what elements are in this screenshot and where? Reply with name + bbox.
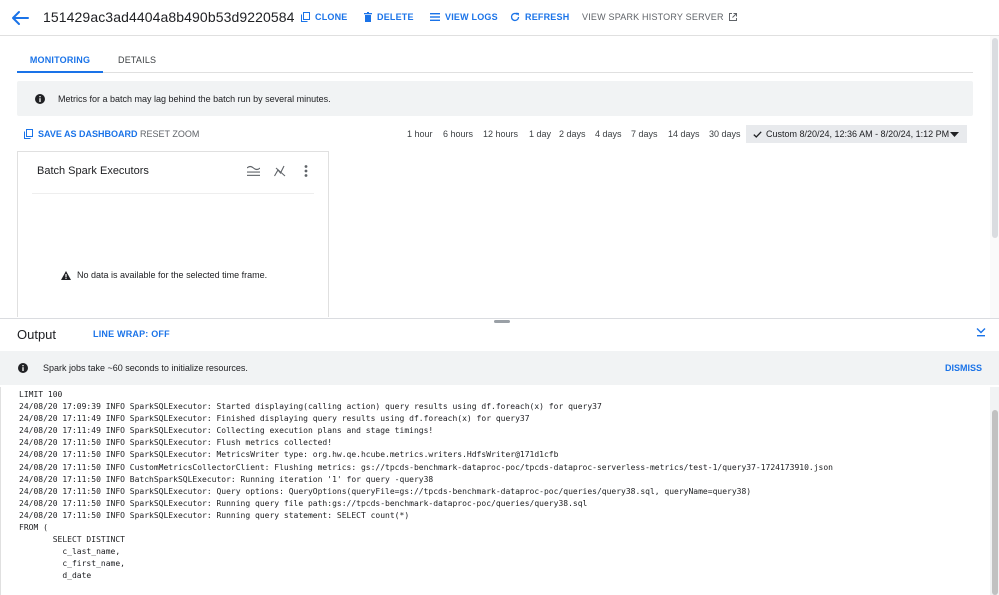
panel-splitter: [0, 318, 999, 323]
batch-details-page: 151429ac3ad4404a8b490b53d9220584 CLONE D…: [0, 0, 999, 595]
line-wrap-toggle[interactable]: LINE WRAP: OFF: [93, 329, 170, 339]
tab-monitoring[interactable]: MONITORING: [17, 45, 103, 73]
log-line: SELECT DISTINCT: [19, 535, 125, 545]
log-line: 24/08/20 17:11:50 INFO CustomMetricsColl…: [19, 462, 833, 472]
batch-id-title: 151429ac3ad4404a8b490b53d9220584: [43, 9, 295, 25]
drag-handle[interactable]: [494, 320, 510, 323]
copy-icon: [24, 129, 33, 139]
log-line: 24/08/20 17:11:49 INFO SparkSQLExecutor:…: [19, 426, 434, 436]
tab-details[interactable]: DETAILS: [118, 45, 156, 73]
log-line: 24/08/20 17:11:50 INFO SparkSQLExecutor:…: [19, 450, 559, 460]
log-line: 24/08/20 17:11:50 INFO SparkSQLExecutor:…: [19, 498, 588, 508]
no-data-text: No data is available for the selected ti…: [77, 270, 268, 280]
log-line: c_last_name,: [19, 547, 121, 557]
log-line: 24/08/20 17:11:50 INFO SparkSQLExecutor:…: [19, 438, 333, 448]
metrics-lag-banner: Metrics for a batch may lag behind the b…: [17, 81, 973, 116]
log-line: 24/08/20 17:11:49 INFO SparkSQLExecutor:…: [19, 414, 530, 424]
chart-title: Batch Spark Executors: [37, 165, 149, 177]
range-1-hour[interactable]: 1 hour: [407, 129, 433, 139]
output-title: Output: [17, 327, 57, 342]
card-divider: [32, 193, 314, 194]
range-30-days[interactable]: 30 days: [709, 129, 741, 139]
spark-init-banner: Spark jobs take ~60 seconds to initializ…: [0, 351, 999, 385]
view-logs-label: VIEW LOGS: [445, 12, 498, 22]
log-line: FROM (: [19, 523, 48, 533]
collapse-panel-icon[interactable]: [976, 327, 986, 337]
range-12-hours[interactable]: 12 hours: [483, 129, 518, 139]
dropdown-arrow-icon: [950, 131, 959, 137]
range-6-hours[interactable]: 6 hours: [443, 129, 473, 139]
spark-init-text: Spark jobs take ~60 seconds to initializ…: [43, 363, 248, 373]
range-2-days[interactable]: 2 days: [559, 129, 586, 139]
view-logs-button[interactable]: VIEW LOGS: [430, 12, 498, 22]
metrics-lag-text: Metrics for a batch may lag behind the b…: [58, 93, 331, 104]
warning-icon: [61, 270, 71, 280]
custom-range-select[interactable]: Custom 8/20/24, 12:36 AM - 8/20/24, 1:12…: [746, 125, 967, 143]
view-spark-history-link[interactable]: VIEW SPARK HISTORY SERVER: [582, 12, 737, 22]
chart-explorer-icon[interactable]: [274, 165, 287, 177]
log-line: 24/08/20 17:11:50 INFO SparkSQLExecutor:…: [19, 486, 752, 496]
log-scrollbar-thumb[interactable]: [992, 410, 998, 595]
info-icon: [35, 93, 45, 104]
log-line: 24/08/20 17:11:50 INFO BatchSparkSQLExec…: [19, 474, 434, 484]
log-line: 24/08/20 17:09:39 INFO SparkSQLExecutor:…: [19, 402, 602, 412]
legend-toggle-icon[interactable]: [247, 165, 260, 177]
refresh-icon: [510, 12, 520, 22]
reset-zoom-button[interactable]: RESET ZOOM: [140, 129, 199, 139]
dashboard-toolbar: SAVE AS DASHBOARD RESET ZOOM 1 hour 6 ho…: [0, 125, 999, 145]
range-14-days[interactable]: 14 days: [668, 129, 700, 139]
history-label: VIEW SPARK HISTORY SERVER: [582, 12, 724, 22]
log-line: 24/08/20 17:11:50 INFO SparkSQLExecutor:…: [19, 510, 410, 520]
monitoring-scrollbar-thumb[interactable]: [992, 38, 998, 238]
log-line: LIMIT 100: [19, 390, 63, 399]
dismiss-button[interactable]: DISMISS: [945, 363, 982, 373]
refresh-label: REFRESH: [525, 12, 570, 22]
output-log[interactable]: LIMIT 100 24/08/20 17:09:39 INFO SparkSQL…: [0, 387, 990, 595]
trash-icon: [364, 12, 372, 22]
log-lines: LIMIT 100 24/08/20 17:09:39 INFO SparkSQL…: [19, 389, 833, 583]
save-dashboard-label: SAVE AS DASHBOARD: [38, 129, 138, 139]
log-line: d_date: [19, 571, 92, 581]
tab-bar: MONITORING DETAILS: [17, 45, 973, 73]
clone-label: CLONE: [315, 12, 348, 22]
range-7-days[interactable]: 7 days: [631, 129, 658, 139]
page-header: 151429ac3ad4404a8b490b53d9220584 CLONE D…: [0, 0, 999, 36]
copy-icon: [301, 12, 310, 22]
check-icon: [753, 130, 762, 138]
delete-button[interactable]: DELETE: [364, 12, 414, 22]
custom-range-label: Custom 8/20/24, 12:36 AM - 8/20/24, 1:12…: [766, 129, 950, 139]
back-arrow-icon[interactable]: [10, 9, 30, 27]
log-line: c_first_name,: [19, 559, 125, 569]
clone-button[interactable]: CLONE: [301, 12, 348, 22]
more-vert-icon[interactable]: [304, 165, 308, 177]
save-as-dashboard-button[interactable]: SAVE AS DASHBOARD: [24, 129, 138, 139]
range-1-day[interactable]: 1 day: [529, 129, 551, 139]
open-in-new-icon: [728, 13, 737, 21]
delete-label: DELETE: [377, 12, 414, 22]
info-icon: [18, 363, 28, 373]
batch-spark-executors-card: Batch Spark Executors No data is availab…: [17, 151, 329, 317]
range-4-days[interactable]: 4 days: [595, 129, 622, 139]
no-data-message: No data is available for the selected ti…: [61, 270, 267, 280]
refresh-button[interactable]: REFRESH: [510, 12, 569, 22]
list-icon: [430, 13, 440, 21]
